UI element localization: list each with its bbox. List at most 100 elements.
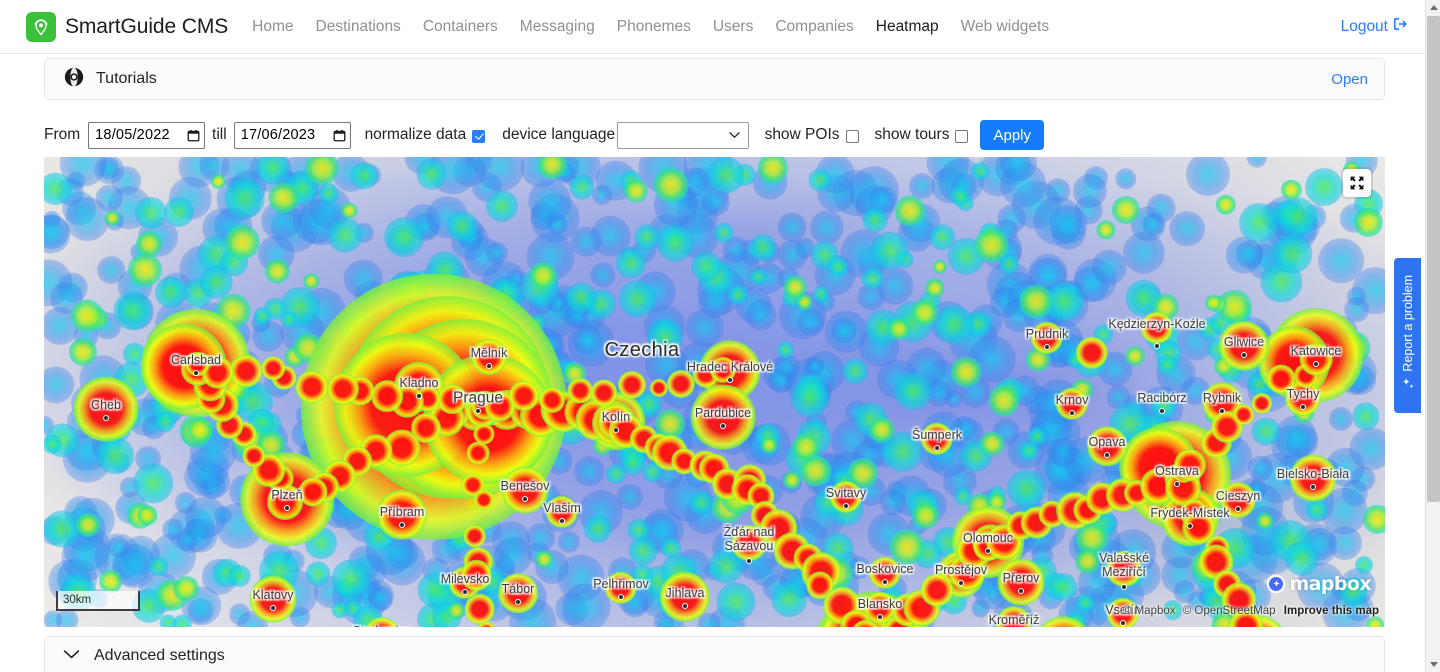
map-country-label: Czechia [604,338,680,361]
map-label: Carlsbad [170,353,222,367]
device-language-select[interactable] [617,121,749,149]
map-city-dot [720,423,726,429]
nav-link-users[interactable]: Users [713,18,753,36]
map-city-dot [1120,620,1126,626]
date-from-input[interactable]: 18/05/2022 [88,121,206,149]
map-city-dot [1300,404,1306,410]
map-city-dot [1154,343,1160,349]
chevron-down-icon [728,126,740,144]
nav-right: Logout [1341,16,1409,37]
map-city-dot [1310,484,1316,490]
map-city-dot [193,370,199,376]
map-label: Blansko [857,597,903,611]
map-label: Kolín [601,410,631,424]
map-label: Kędzierzyn-Koźle [1108,317,1206,331]
map-city-dot [103,415,109,421]
map-scale-bar: 30km [56,591,140,611]
show-pois-checkbox[interactable] [845,129,859,143]
map-pin-audio-icon [26,11,56,42]
map-label: Ostrava [1155,464,1199,478]
map-label: Mělník [470,346,508,360]
show-tours-label: show tours [874,126,950,143]
map-label: Žďár nad Sázavou [723,525,775,553]
map-label: Benešov [500,479,550,493]
calendar-icon[interactable] [333,129,346,142]
attribution-mapbox-link[interactable]: © Mapbox [1123,605,1176,617]
map-label: Pardubice [694,406,752,420]
map-label: Frýdek-Místek [1150,506,1230,520]
map-attribution: © Mapbox © OpenStreetMap Improve this ma… [1123,605,1379,617]
date-till-input[interactable]: 17/06/2023 [233,121,351,149]
map-city-dot [746,558,752,564]
map-city-dot [559,518,565,524]
logout-button[interactable]: Logout [1341,16,1409,37]
map-label: Přerov [1002,571,1040,585]
mapbox-wordmark: mapbox [1289,573,1371,595]
map-city-dot [958,580,964,586]
map-city-dot [843,503,849,509]
map-city-dot [1018,588,1024,594]
tutorials-left: Tutorials [63,66,157,93]
nav-link-containers[interactable]: Containers [423,18,498,36]
apply-button[interactable]: Apply [980,120,1044,150]
map-city-dot [486,363,492,369]
advanced-settings-bar[interactable]: Advanced settings [44,636,1385,672]
brand[interactable]: SmartGuide CMS [26,11,229,42]
from-label: From [44,126,81,143]
heatmap-map[interactable]: Cheb Carlsbad Kladno Mělník Prague Kolín Hrade… [44,157,1385,627]
map-city-dot [399,522,405,528]
nav-link-destinations[interactable]: Destinations [316,18,401,36]
map-city-dot [270,605,276,611]
map-city-dot [515,599,521,605]
map-label: Cieszyn [1215,489,1261,503]
scrollbar-thumb[interactable] [1427,16,1440,502]
nav-link-heatmap[interactable]: Heatmap [876,18,939,36]
nav-link-web-widgets[interactable]: Web widgets [961,18,1049,36]
map-label: Gliwice [1223,335,1265,349]
map-city-dot [1104,452,1110,458]
map-city-dot [613,427,619,433]
nav-link-messaging[interactable]: Messaging [520,18,595,36]
attribution-osm-link[interactable]: © OpenStreetMap [1183,605,1276,617]
map-label: Pelhřimov [593,577,649,591]
advanced-settings-label: Advanced settings [94,647,225,664]
nav-links: Home Destinations Containers Messaging P… [252,18,1049,36]
chevron-down-icon [63,647,80,665]
scroll-up-arrow-icon[interactable] [1426,0,1440,15]
map-city-dot [727,377,733,383]
nav-link-companies[interactable]: Companies [775,18,853,36]
map-label: Tychy [1286,387,1320,401]
map-label: Prostějov [934,563,988,577]
fullscreen-expand-icon[interactable] [1343,169,1371,197]
map-label: Prudnik [1025,327,1069,341]
calendar-icon[interactable] [187,129,200,142]
show-pois-label: show POIs [764,126,840,143]
map-city-dot [1187,523,1193,529]
show-tours-checkbox[interactable] [955,129,969,143]
map-label: Šumperk [911,428,963,442]
page-scrollbar[interactable] [1425,0,1440,672]
mapbox-logo[interactable]: mapbox [1266,573,1372,595]
nav-link-home[interactable]: Home [252,18,293,36]
brand-name: SmartGuide CMS [65,14,229,38]
tutorials-bar: Tutorials Open [44,58,1385,100]
map-city-dot [462,589,468,595]
map-city-dot [1069,410,1075,416]
improve-this-map-link[interactable]: Improve this map [1284,605,1379,617]
date-till-value: 17/06/2023 [240,127,316,143]
device-language-label: device language [502,126,616,143]
till-label: till [212,126,227,143]
filter-bar: From 18/05/2022 till 17/06/2023 normaliz… [44,118,1044,152]
normalize-data-checkbox[interactable] [472,129,486,143]
map-city-dot [1159,408,1165,414]
map-city-dot [985,548,991,554]
logout-label: Logout [1340,17,1388,35]
map-label: Cheb [91,398,121,412]
tutorials-open-link[interactable]: Open [1331,71,1368,88]
map-label: Katowice [1290,344,1342,358]
nav-link-phonemes[interactable]: Phonemes [617,18,691,36]
scroll-down-arrow-icon[interactable] [1426,657,1440,672]
map-label: Bielsko-Biała [1276,467,1350,481]
report-a-problem-label: Report a problem [1400,274,1415,372]
report-a-problem-tab[interactable]: Report a problem [1394,258,1421,413]
